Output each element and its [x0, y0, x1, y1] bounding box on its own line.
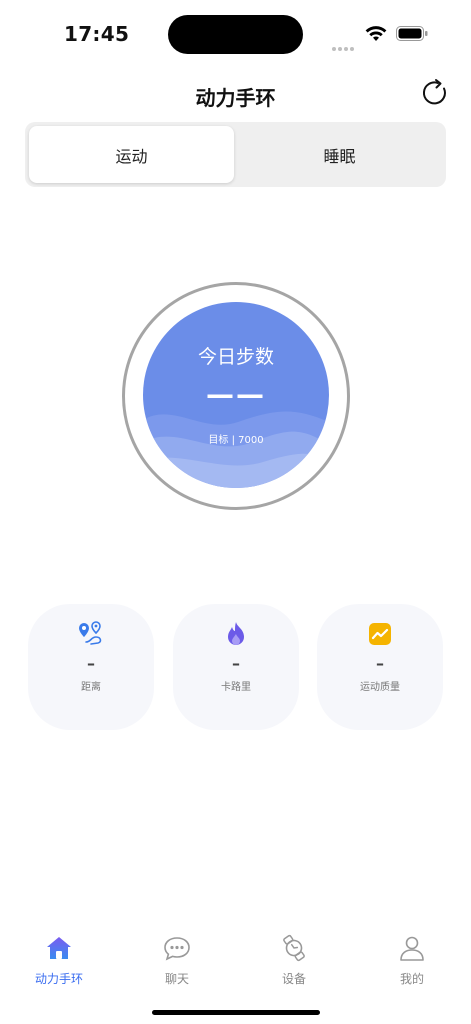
watch-icon: [283, 934, 305, 962]
trend-chart-icon: [369, 623, 391, 645]
dynamic-island: [168, 15, 303, 54]
page-title: 动力手环: [195, 86, 276, 110]
cellular-signal-icon: [332, 36, 356, 51]
battery-icon: [396, 26, 428, 41]
tabbar-item-chat[interactable]: 聊天: [118, 926, 236, 988]
distance-label: 距离: [81, 682, 101, 693]
steps-goal: 目标 | 7000: [208, 435, 264, 446]
location-route-icon: [79, 621, 102, 645]
refresh-icon[interactable]: [418, 76, 452, 110]
calorie-card[interactable]: – 卡路里: [173, 604, 299, 730]
exercise-quality-label: 运动质量: [360, 682, 400, 693]
tabbar-label-profile: 我的: [399, 972, 424, 986]
home-icon: [47, 937, 71, 959]
status-bar: 17:45: [0, 0, 471, 66]
sport-sleep-segmented-control: 运动 睡眠: [25, 122, 446, 187]
tabbar-label-device: 设备: [281, 972, 306, 986]
home-indicator: [152, 1010, 320, 1015]
flame-icon: [228, 622, 244, 645]
steps-circle[interactable]: 今日步数 —— 目标 | 7000: [143, 302, 329, 488]
chat-icon: [164, 937, 190, 961]
calorie-value: –: [232, 654, 240, 673]
calorie-label: 卡路里: [221, 682, 251, 693]
steps-title: 今日步数: [197, 346, 274, 368]
tab-sport[interactable]: 运动: [29, 126, 234, 183]
wifi-icon: [365, 26, 387, 41]
tabbar-label-home: 动力手环: [34, 972, 83, 986]
distance-value: –: [87, 654, 95, 673]
tabbar-label-chat: 聊天: [164, 972, 189, 986]
steps-value: ——: [206, 378, 266, 411]
status-time: 17:45: [64, 22, 130, 46]
exercise-quality-card[interactable]: – 运动质量: [317, 604, 443, 730]
distance-card[interactable]: – 距离: [28, 604, 154, 730]
bottom-tab-bar: 动力手环 聊天 设备 我的: [0, 926, 471, 996]
tabbar-item-home[interactable]: 动力手环: [0, 926, 118, 988]
tabbar-item-profile[interactable]: 我的: [353, 926, 471, 988]
exercise-quality-value: –: [376, 654, 384, 673]
tabbar-item-device[interactable]: 设备: [235, 926, 353, 988]
tab-sleep[interactable]: 睡眠: [237, 126, 442, 183]
user-icon: [400, 936, 424, 961]
